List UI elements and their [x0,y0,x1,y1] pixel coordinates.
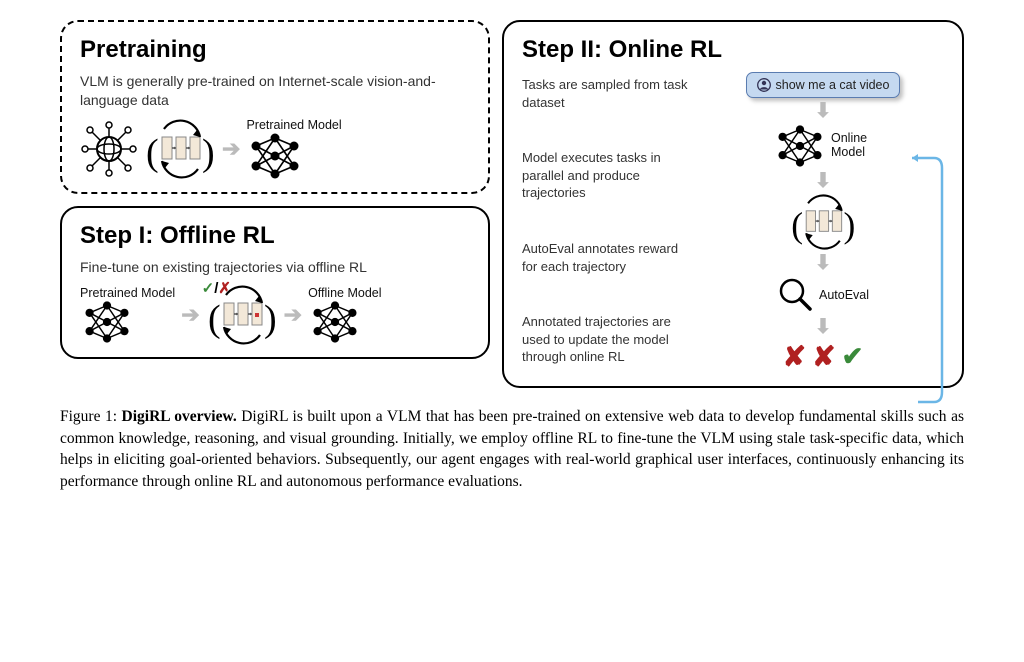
step2-panel: Step II: Online RL Tasks are sampled fro… [502,20,964,388]
arrow-icon: ➔ [181,304,199,326]
pretraining-panel: Pretraining VLM is generally pre-trained… [60,20,490,194]
x-icon: ✘ [783,340,806,374]
svg-text:(: ( [208,298,221,340]
step2-title: Step II: Online RL [522,36,944,64]
feedback-loop-arrow [906,150,946,410]
svg-text:): ) [202,132,215,174]
arrow-down-icon: ⬇ [815,317,832,337]
arrow-down-icon: ⬇ [815,101,832,121]
magnifier-icon [777,276,815,314]
neural-net-icon [773,124,827,168]
figure-caption: Figure 1: DigiRL overview. DigiRL is bui… [60,406,964,493]
step2-diagram-col: show me a cat video ⬇ Online Model ⬇ ( [702,72,944,374]
step1-out-label: Offline Model [308,286,381,300]
svg-text:(: ( [146,132,159,174]
check-icon: ✔ [842,342,864,372]
step1-diagram: Pretrained Model ➔ ✓/✗ ( [80,285,470,345]
step2-text-col: Tasks are sampled from task dataset Mode… [522,72,692,374]
left-column: Pretraining VLM is generally pre-trained… [60,20,490,388]
x-icon: ✘ [812,340,835,374]
caption-title: DigiRL overview. [122,408,237,425]
step1-in-label: Pretrained Model [80,286,175,300]
neural-net-icon [246,132,304,180]
arrow-down-icon: ⬇ [815,253,832,273]
right-column: Step II: Online RL Tasks are sampled fro… [502,20,964,388]
neural-net-icon [308,300,362,344]
pretrained-model-label: Pretrained Model [246,118,341,132]
svg-text:(: ( [791,205,803,245]
step2-t3: AutoEval annotates reward for each traje… [522,240,692,275]
trajectory-loop-icon: ( ) [144,119,216,179]
step2-t4: Annotated trajectories are used to updat… [522,313,692,366]
autoeval-label: AutoEval [819,288,869,302]
step2-t1: Tasks are sampled from task dataset [522,76,692,111]
user-icon [757,78,771,92]
reward-marks-row: ✘ ✘ ✔ [783,340,864,374]
step1-desc: Fine-tune on existing trajectories via o… [80,258,470,277]
arrow-icon: ➔ [222,138,240,160]
svg-text:): ) [844,205,856,245]
step1-title: Step I: Offline RL [80,222,470,250]
pretraining-title: Pretraining [80,36,470,64]
figure-diagram: Pretraining VLM is generally pre-trained… [60,20,964,388]
neural-net-icon [80,300,134,344]
svg-text:): ) [264,298,277,340]
caption-label: Figure 1: [60,408,122,425]
task-prompt-chip: show me a cat video [746,72,901,98]
globe-network-icon [80,121,138,177]
reward-marks: ✓/✗ [202,279,266,297]
step2-t2: Model executes tasks in parallel and pro… [522,149,692,202]
pretraining-diagram: ( ) ➔ Pretrained Model [80,118,470,180]
step1-panel: Step I: Offline RL Fine-tune on existing… [60,206,490,359]
online-model-label: Online Model [831,132,873,160]
task-prompt-text: show me a cat video [776,78,890,92]
arrow-icon: ➔ [284,304,302,326]
trajectory-loop-icon: ( ) [787,194,859,250]
arrow-down-icon: ⬇ [815,171,832,191]
pretraining-desc: VLM is generally pre-trained on Internet… [80,72,470,110]
